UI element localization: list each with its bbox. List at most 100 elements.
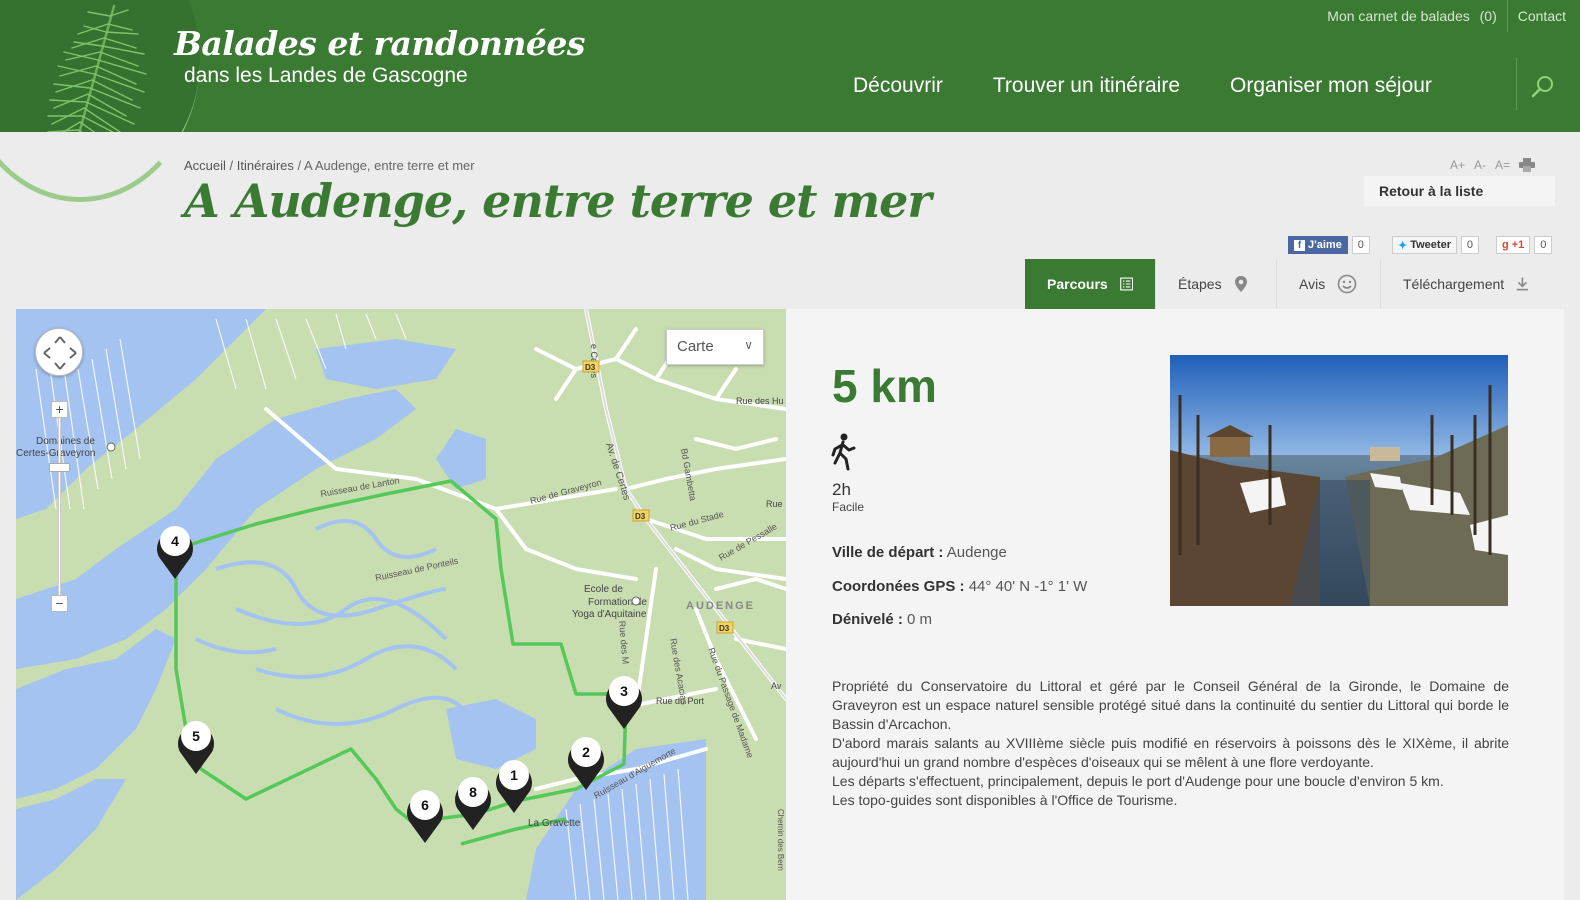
twitter-tweet: ✦ Tweeter 0: [1392, 236, 1479, 254]
nav-divider: [1516, 58, 1517, 110]
carnet-count: (0): [1479, 8, 1497, 24]
gplus-button[interactable]: g +1: [1496, 236, 1531, 254]
harbor-photo-image: [1170, 355, 1508, 606]
tweet-label: Tweeter: [1410, 239, 1451, 251]
gplus-label: +1: [1511, 239, 1525, 251]
map-label: Ruisseau de Lanton: [320, 475, 401, 499]
chevron-down-icon: ∨: [744, 338, 753, 352]
map-type-select[interactable]: Carte ∨: [666, 329, 764, 365]
route-duration: 2h: [832, 480, 851, 499]
map-label: Chemin des Bern: [776, 809, 785, 871]
font-size-tools: A+ A- A=: [1450, 158, 1536, 172]
font-decrease-button[interactable]: A-: [1474, 158, 1486, 172]
smiley-icon: [1337, 274, 1357, 294]
gplus-icon: g: [1502, 239, 1509, 251]
gps-row: Coordonées GPS : 44° 40' N -1° 1' W: [832, 578, 1087, 595]
zoom-slider-thumb[interactable]: [49, 463, 70, 472]
elevation-value: 0 m: [907, 611, 933, 628]
print-icon[interactable]: [1519, 158, 1536, 172]
facebook-like-button[interactable]: f J'aime: [1288, 236, 1348, 254]
list-icon: [1119, 277, 1133, 291]
main-nav: Découvrir Trouver un itinéraire Organise…: [853, 74, 1432, 98]
route-photo[interactable]: [1170, 355, 1508, 606]
description-paragraph: Les départs s'effectuent, principalement…: [832, 773, 1444, 789]
contact-link[interactable]: Contact: [1508, 8, 1580, 24]
route-description: Propriété du Conservatoire du Littoral e…: [832, 677, 1509, 810]
breadcrumb-home[interactable]: Accueil: [184, 158, 226, 173]
breadcrumb-separator: /: [229, 158, 234, 173]
zoom-slider-track[interactable]: [58, 415, 61, 609]
nav-trouver-itineraire[interactable]: Trouver un itinéraire: [993, 74, 1180, 98]
route-info-panel: 5 km 2h Facile Ville de départ : Audenge…: [786, 309, 1564, 900]
tab-avis[interactable]: Avis: [1277, 259, 1381, 309]
site-title[interactable]: Balades et randonnées: [174, 24, 585, 63]
carnet-label: Mon carnet de balades: [1327, 8, 1470, 24]
start-city-value: Audenge: [946, 544, 1007, 561]
road-shield-d3: D3: [719, 624, 730, 633]
gps-label: Coordonées GPS :: [832, 578, 965, 595]
map-label: La Gravette: [528, 818, 581, 829]
page-title: A Audenge, entre terre et mer: [184, 174, 932, 228]
pine-branch-logo-icon: [47, 4, 147, 132]
map-label: Rue: [766, 499, 783, 509]
carnet-link[interactable]: Mon carnet de balades (0): [1317, 8, 1506, 24]
map-pan-control[interactable]: [35, 328, 83, 376]
start-city-label: Ville de départ :: [832, 544, 944, 561]
facebook-like-label: J'aime: [1308, 239, 1342, 251]
breadcrumb-current: A Audenge, entre terre et mer: [304, 158, 475, 173]
map-label: Ecole de: [584, 584, 623, 595]
route-difficulty: Facile: [832, 500, 865, 514]
facebook-count: 0: [1351, 236, 1370, 254]
tab-parcours[interactable]: Parcours: [1025, 259, 1156, 318]
map-label: Ruisseau de Ponteils: [374, 555, 459, 582]
pan-arrows-icon: [43, 336, 77, 370]
tab-avis-label: Avis: [1299, 276, 1326, 292]
tweet-button[interactable]: ✦ Tweeter: [1392, 236, 1457, 254]
tab-parcours-label: Parcours: [1047, 276, 1108, 292]
zoom-out-button[interactable]: −: [51, 595, 68, 612]
font-increase-button[interactable]: A+: [1450, 158, 1465, 172]
map-canvas[interactable]: 1 2 3 4 5 6 8 Domaines de Certes-Graveyr…: [16, 309, 786, 900]
tab-etapes[interactable]: Étapes: [1156, 259, 1277, 309]
twitter-icon: ✦: [1398, 239, 1408, 252]
hiker-icon: [831, 433, 856, 471]
facebook-icon: f: [1294, 239, 1305, 251]
start-city-row: Ville de départ : Audenge: [832, 544, 1007, 561]
elevation-label: Dénivelé :: [832, 611, 903, 628]
map-label: Certes-Graveyron: [16, 448, 95, 459]
top-links: Mon carnet de balades (0) Contact: [1317, 0, 1580, 32]
route-map[interactable]: 1 2 3 4 5 6 8 Domaines de Certes-Graveyr…: [16, 309, 786, 900]
marker-label: 3: [620, 683, 628, 699]
gplus-count: 0: [1534, 236, 1553, 254]
map-label: Rue des M: [617, 620, 631, 664]
marker-label: 5: [192, 728, 200, 744]
site-subtitle[interactable]: dans les Landes de Gascogne: [184, 64, 468, 88]
description-paragraph: D'abord marais salants au XVIIIème siècl…: [832, 735, 1509, 770]
elevation-row: Dénivelé : 0 m: [832, 611, 932, 628]
marker-label: 1: [510, 767, 518, 783]
nav-organiser-sejour[interactable]: Organiser mon séjour: [1230, 74, 1432, 98]
map-label: Rue des Hu: [736, 396, 784, 406]
zoom-in-button[interactable]: +: [51, 401, 68, 418]
search-icon[interactable]: [1530, 74, 1556, 100]
site-header: Balades et randonnées dans les Landes de…: [0, 0, 1580, 132]
map-label: AUDENGE: [686, 600, 755, 612]
marker-label: 6: [421, 797, 429, 813]
description-paragraph: Propriété du Conservatoire du Littoral e…: [832, 678, 1509, 732]
download-icon: [1516, 277, 1529, 291]
route-distance: 5 km: [832, 360, 937, 412]
breadcrumb-itineraires[interactable]: Itinéraires: [237, 158, 294, 173]
gps-value: 44° 40' N -1° 1' W: [968, 578, 1088, 595]
breadcrumb: Accueil / Itinéraires / A Audenge, entre…: [184, 158, 475, 173]
tab-telechargement-label: Téléchargement: [1403, 276, 1505, 292]
map-type-label: Carte: [677, 338, 714, 355]
back-to-list-button[interactable]: Retour à la liste: [1364, 176, 1555, 206]
road-shield-d3: D3: [635, 512, 646, 521]
font-reset-button[interactable]: A=: [1495, 158, 1510, 172]
pin-icon: [1234, 276, 1247, 292]
description-paragraph: Les topo-guides sont disponibles à l'Off…: [832, 792, 1178, 808]
nav-decouvrir[interactable]: Découvrir: [853, 74, 943, 98]
map-label: Rue du Stade: [669, 509, 725, 533]
tab-telechargement[interactable]: Téléchargement: [1381, 259, 1551, 309]
marker-label: 2: [582, 744, 590, 760]
